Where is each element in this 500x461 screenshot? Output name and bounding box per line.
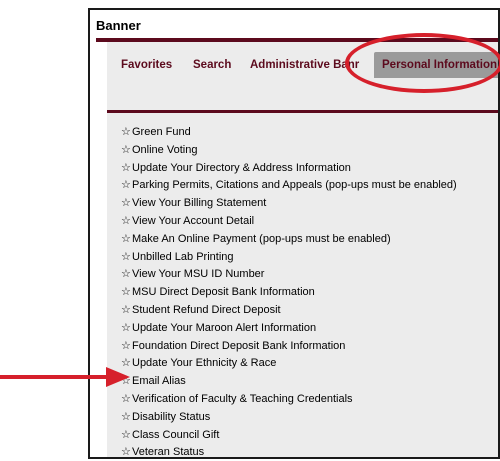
menu-item-label: Update Your Directory & Address Informat… xyxy=(132,161,351,174)
star-icon: ☆ xyxy=(121,286,131,299)
star-icon: ☆ xyxy=(121,428,131,441)
app-title: Banner xyxy=(96,18,141,33)
arrow-icon xyxy=(0,367,130,387)
star-icon: ☆ xyxy=(121,214,131,227)
menu-item-label: View Your MSU ID Number xyxy=(132,268,265,281)
menu-item-green-fund[interactable]: ☆Green Fund xyxy=(121,124,457,142)
menu-item-account-detail[interactable]: ☆View Your Account Detail xyxy=(121,213,457,231)
star-icon: ☆ xyxy=(121,321,131,334)
menu-item-student-refund[interactable]: ☆Student Refund Direct Deposit xyxy=(121,302,457,320)
tab-administrative-banner[interactable]: Administrative Banr xyxy=(250,52,359,78)
menu-item-faculty-credentials[interactable]: ☆Verification of Faculty & Teaching Cred… xyxy=(121,391,457,409)
menu-item-label: Unbilled Lab Printing xyxy=(132,250,234,263)
star-icon: ☆ xyxy=(121,232,131,245)
star-icon: ☆ xyxy=(121,161,131,174)
menu-item-billing-statement[interactable]: ☆View Your Billing Statement xyxy=(121,195,457,213)
menu-item-label: Email Alias xyxy=(132,375,186,388)
star-icon: ☆ xyxy=(121,143,131,156)
tab-favorites[interactable]: Favorites xyxy=(121,52,172,78)
menu-item-label: Foundation Direct Deposit Bank Informati… xyxy=(132,339,346,352)
menu-item-msu-direct-deposit[interactable]: ☆MSU Direct Deposit Bank Information xyxy=(121,284,457,302)
menu-item-label: Student Refund Direct Deposit xyxy=(132,303,281,316)
menu-item-label: Class Council Gift xyxy=(132,428,220,441)
star-icon: ☆ xyxy=(121,179,131,192)
menu-item-unbilled-lab-printing[interactable]: ☆Unbilled Lab Printing xyxy=(121,249,457,267)
star-icon: ☆ xyxy=(121,446,131,459)
star-icon: ☆ xyxy=(121,410,131,423)
menu-item-online-voting[interactable]: ☆Online Voting xyxy=(121,142,457,160)
star-icon: ☆ xyxy=(121,268,131,281)
menu-item-class-council-gift[interactable]: ☆Class Council Gift xyxy=(121,427,457,445)
menu-item-label: View Your Account Detail xyxy=(132,214,255,227)
menu-item-label: Update Your Maroon Alert Information xyxy=(132,321,317,334)
menu-item-veteran-status[interactable]: ☆Veteran Status xyxy=(121,444,457,459)
tab-search[interactable]: Search xyxy=(193,52,231,78)
menu-item-online-payment[interactable]: ☆Make An Online Payment (pop-ups must be… xyxy=(121,231,457,249)
star-icon: ☆ xyxy=(121,303,131,316)
menu-item-label: Parking Permits, Citations and Appeals (… xyxy=(132,179,457,192)
menu-item-label: View Your Billing Statement xyxy=(132,197,267,210)
menu-item-label: Update Your Ethnicity & Race xyxy=(132,357,277,370)
menu-item-disability-status[interactable]: ☆Disability Status xyxy=(121,409,457,427)
menu-item-label: Make An Online Payment (pop-ups must be … xyxy=(132,232,391,245)
menu-item-label: Online Voting xyxy=(132,143,198,156)
star-icon: ☆ xyxy=(121,392,131,405)
tab-divider xyxy=(107,110,498,113)
star-icon: ☆ xyxy=(121,339,131,352)
star-icon: ☆ xyxy=(121,250,131,263)
menu-item-update-directory[interactable]: ☆Update Your Directory & Address Informa… xyxy=(121,160,457,178)
menu-item-label: MSU Direct Deposit Bank Information xyxy=(132,286,315,299)
menu-item-label: Green Fund xyxy=(132,126,191,138)
menu-item-foundation-deposit[interactable]: ☆Foundation Direct Deposit Bank Informat… xyxy=(121,338,457,356)
highlight-circle-annotation xyxy=(345,33,500,93)
star-icon: ☆ xyxy=(121,197,131,210)
menu-item-email-alias[interactable]: ☆Email Alias xyxy=(121,373,457,391)
menu-item-maroon-alert[interactable]: ☆Update Your Maroon Alert Information xyxy=(121,320,457,338)
menu-item-ethnicity-race[interactable]: ☆Update Your Ethnicity & Race xyxy=(121,355,457,373)
star-icon: ☆ xyxy=(121,126,131,138)
personal-information-menu: ☆Green Fund ☆Online Voting ☆Update Your … xyxy=(121,124,457,459)
menu-item-label: Disability Status xyxy=(132,410,211,423)
menu-item-parking-permits[interactable]: ☆Parking Permits, Citations and Appeals … xyxy=(121,177,457,195)
menu-item-label: Verification of Faculty & Teaching Crede… xyxy=(132,392,353,405)
menu-item-label: Veteran Status xyxy=(132,446,205,459)
menu-item-msu-id-number[interactable]: ☆View Your MSU ID Number xyxy=(121,266,457,284)
